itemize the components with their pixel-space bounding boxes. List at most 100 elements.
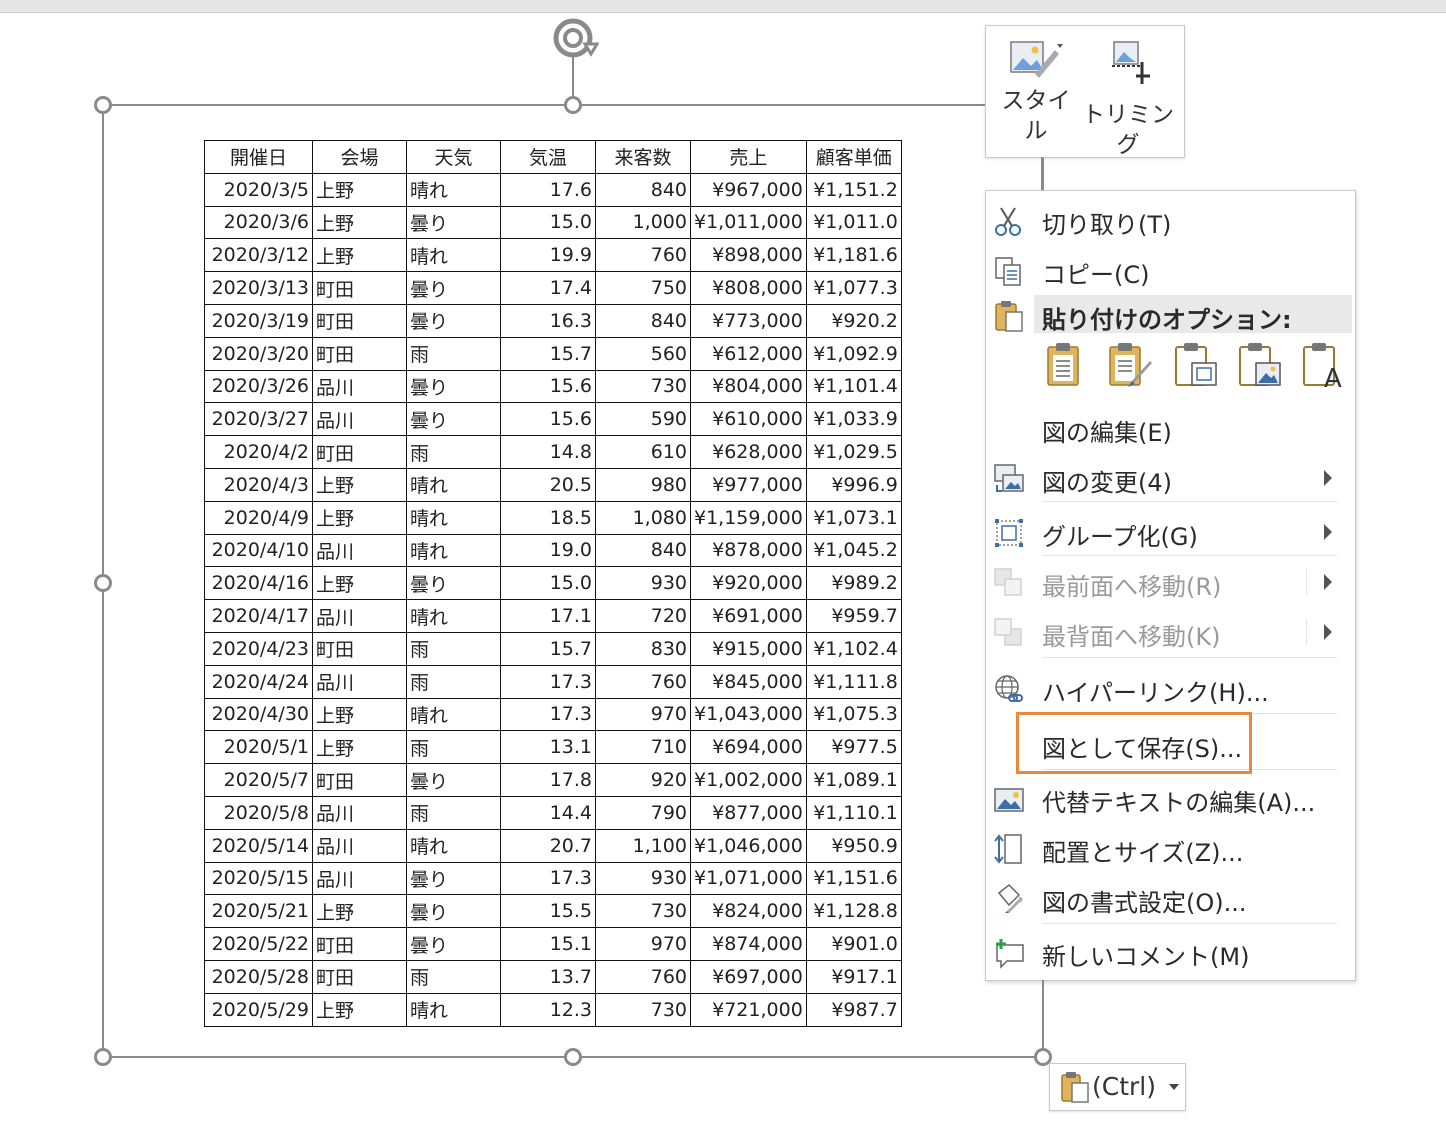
table-cell: 590 xyxy=(595,402,691,437)
paste-embed-icon[interactable] xyxy=(1172,341,1220,389)
table-cell: 品川 xyxy=(312,369,407,404)
table-cell: ¥915,000 xyxy=(690,631,807,666)
table-cell: 上野 xyxy=(312,894,407,929)
table-cell: 2020/5/21 xyxy=(204,894,313,929)
menu-item-edit-alt-text[interactable]: 代替テキストの編集(A)... xyxy=(986,775,1355,821)
size-position-icon xyxy=(994,834,1022,864)
table-row: 2020/4/9 上野 晴れ 18.5 1,080 ¥1,159,000 ¥1,073.1 xyxy=(204,500,902,535)
paste-keep-source-icon[interactable] xyxy=(1042,341,1086,389)
table-cell: 14.8 xyxy=(500,435,596,469)
scissors-icon xyxy=(995,207,1021,236)
header-cell: 売上 xyxy=(690,140,807,174)
table-cell: 12.3 xyxy=(500,992,596,1027)
menu-label: 新しいコメント(M) xyxy=(1042,943,1250,971)
menu-label: 代替テキストの編集(A)... xyxy=(1042,789,1316,817)
table-cell: 17.8 xyxy=(500,763,596,797)
table-cell: 曇り xyxy=(406,369,501,404)
menu-item-bring-to-front[interactable]: 最前面へ移動(R) xyxy=(986,559,1355,605)
menu-item-edit-picture[interactable]: 図の編集(E) xyxy=(986,405,1355,451)
menu-item-change-picture[interactable]: 図の変更(4) xyxy=(986,455,1355,501)
table-cell: 970 xyxy=(595,927,691,961)
table-cell: ¥874,000 xyxy=(690,927,807,961)
paste-use-destination-icon[interactable] xyxy=(1106,341,1154,389)
table-cell: ¥773,000 xyxy=(690,303,807,338)
table-cell: 品川 xyxy=(312,402,407,437)
resize-handle-middle-left[interactable] xyxy=(94,574,112,592)
menu-item-copy[interactable]: コピー(C) xyxy=(986,247,1355,293)
table-cell: 2020/5/14 xyxy=(204,828,313,863)
table-cell: 曇り xyxy=(406,303,501,338)
table-cell: 930 xyxy=(595,566,691,601)
menu-label: 最背面へ移動(K) xyxy=(1042,623,1221,651)
menu-item-cut[interactable]: 切り取り(T) xyxy=(986,197,1355,243)
table-cell: ¥1,075.3 xyxy=(805,697,902,732)
trim-button[interactable]: トリミング xyxy=(1078,36,1178,160)
table-cell: ¥1,011.0 xyxy=(805,205,902,240)
frame-right-edge-lower xyxy=(1042,980,1044,1050)
paste-as-picture-icon[interactable] xyxy=(1236,341,1284,389)
table-cell: 2020/5/7 xyxy=(204,763,313,797)
table-cell: 晴れ xyxy=(406,992,501,1027)
table-cell: 15.0 xyxy=(500,205,596,240)
menu-item-group[interactable]: グループ化(G) xyxy=(986,509,1355,555)
rotate-handle-icon[interactable] xyxy=(549,14,599,64)
paste-options-ctrl-button[interactable]: (Ctrl) xyxy=(1049,1063,1186,1111)
table-cell: ¥1,071,000 xyxy=(690,861,807,896)
table-cell: 15.5 xyxy=(500,894,596,929)
table-cell: 17.3 xyxy=(500,664,596,699)
table-cell: 750 xyxy=(595,271,691,305)
table-row: 2020/5/29 上野 晴れ 12.3 730 ¥721,000 ¥987.7 xyxy=(204,992,902,1027)
table-cell: ¥1,089.1 xyxy=(805,763,902,797)
menu-item-send-to-back[interactable]: 最背面へ移動(K) xyxy=(986,609,1355,655)
menu-item-hyperlink[interactable]: ハイパーリンク(H)... xyxy=(986,665,1355,711)
table-cell: 2020/3/5 xyxy=(204,172,313,207)
hyperlink-globe-icon xyxy=(995,675,1023,702)
menu-item-new-comment[interactable]: 新しいコメント(M) xyxy=(986,929,1355,975)
table-row: 2020/5/1 上野雨 13.1 710 ¥694,000 ¥977.5 xyxy=(204,730,902,765)
table-row: 2020/3/26 品川 曇り 15.6 730 ¥804,000 ¥1,101.4 xyxy=(204,369,902,404)
table-cell: ¥996.9 xyxy=(805,467,902,502)
table-cell: 720 xyxy=(595,599,691,633)
table-cell: 曇り xyxy=(406,861,501,896)
table-cell: 970 xyxy=(595,697,691,732)
paste-clipboard-icon xyxy=(995,301,1023,332)
table-cell: ¥1,092.9 xyxy=(805,336,902,371)
table-cell: 雨 xyxy=(406,959,501,994)
submenu-arrow-icon xyxy=(1324,574,1332,590)
paste-text-only-icon[interactable]: A xyxy=(1300,341,1348,389)
table-cell: 曇り xyxy=(406,894,501,929)
header-cell: 会場 xyxy=(312,140,407,174)
table-cell: 品川 xyxy=(312,828,407,863)
table-cell: 上野 xyxy=(312,205,407,240)
table-cell: 品川 xyxy=(312,533,407,568)
table-cell: 曇り xyxy=(406,271,501,305)
alt-text-icon xyxy=(994,788,1024,812)
table-row: 2020/3/13 町田 曇り 17.4 750 ¥808,000 ¥1,077.3 xyxy=(204,271,902,305)
table-cell: ¥721,000 xyxy=(690,992,807,1027)
table-cell: 町田 xyxy=(312,927,407,961)
table-cell: 雨 xyxy=(406,664,501,699)
table-cell: 晴れ xyxy=(406,697,501,732)
table-cell: 710 xyxy=(595,730,691,765)
menu-item-size-position[interactable]: 配置とサイズ(Z)... xyxy=(986,825,1355,871)
group-icon xyxy=(995,519,1023,547)
table-picture: 開催日 会場 天気 気温 来客数 売上 顧客単価 2020/3/5 上野 晴れ 17.… xyxy=(204,140,902,1027)
resize-handle-top-middle[interactable] xyxy=(564,96,582,114)
table-cell: 品川 xyxy=(312,599,407,633)
table-cell: 2020/5/8 xyxy=(204,795,313,830)
resize-handle-bottom-middle[interactable] xyxy=(564,1048,582,1066)
table-cell: 840 xyxy=(595,172,691,207)
table-cell: 1,100 xyxy=(595,828,691,863)
table-cell: 760 xyxy=(595,238,691,273)
table-cell: 曇り xyxy=(406,205,501,240)
menu-item-format-picture[interactable]: 図の書式設定(O)... xyxy=(986,875,1355,921)
style-button[interactable]: スタイ ル xyxy=(996,36,1076,146)
table-cell: 晴れ xyxy=(406,828,501,863)
table-cell: ¥977.5 xyxy=(805,730,902,765)
table-cell: 上野 xyxy=(312,697,407,732)
resize-handle-bottom-left[interactable] xyxy=(94,1048,112,1066)
table-row: 2020/5/21 上野 曇り 15.5 730 ¥824,000 ¥1,128.8 xyxy=(204,894,902,929)
resize-handle-top-left[interactable] xyxy=(94,96,112,114)
svg-text:A: A xyxy=(1324,364,1342,389)
context-menu: 切り取り(T) コピー(C) 貼り付けのオプション: A 図の編集(E) 図の変… xyxy=(985,190,1356,981)
